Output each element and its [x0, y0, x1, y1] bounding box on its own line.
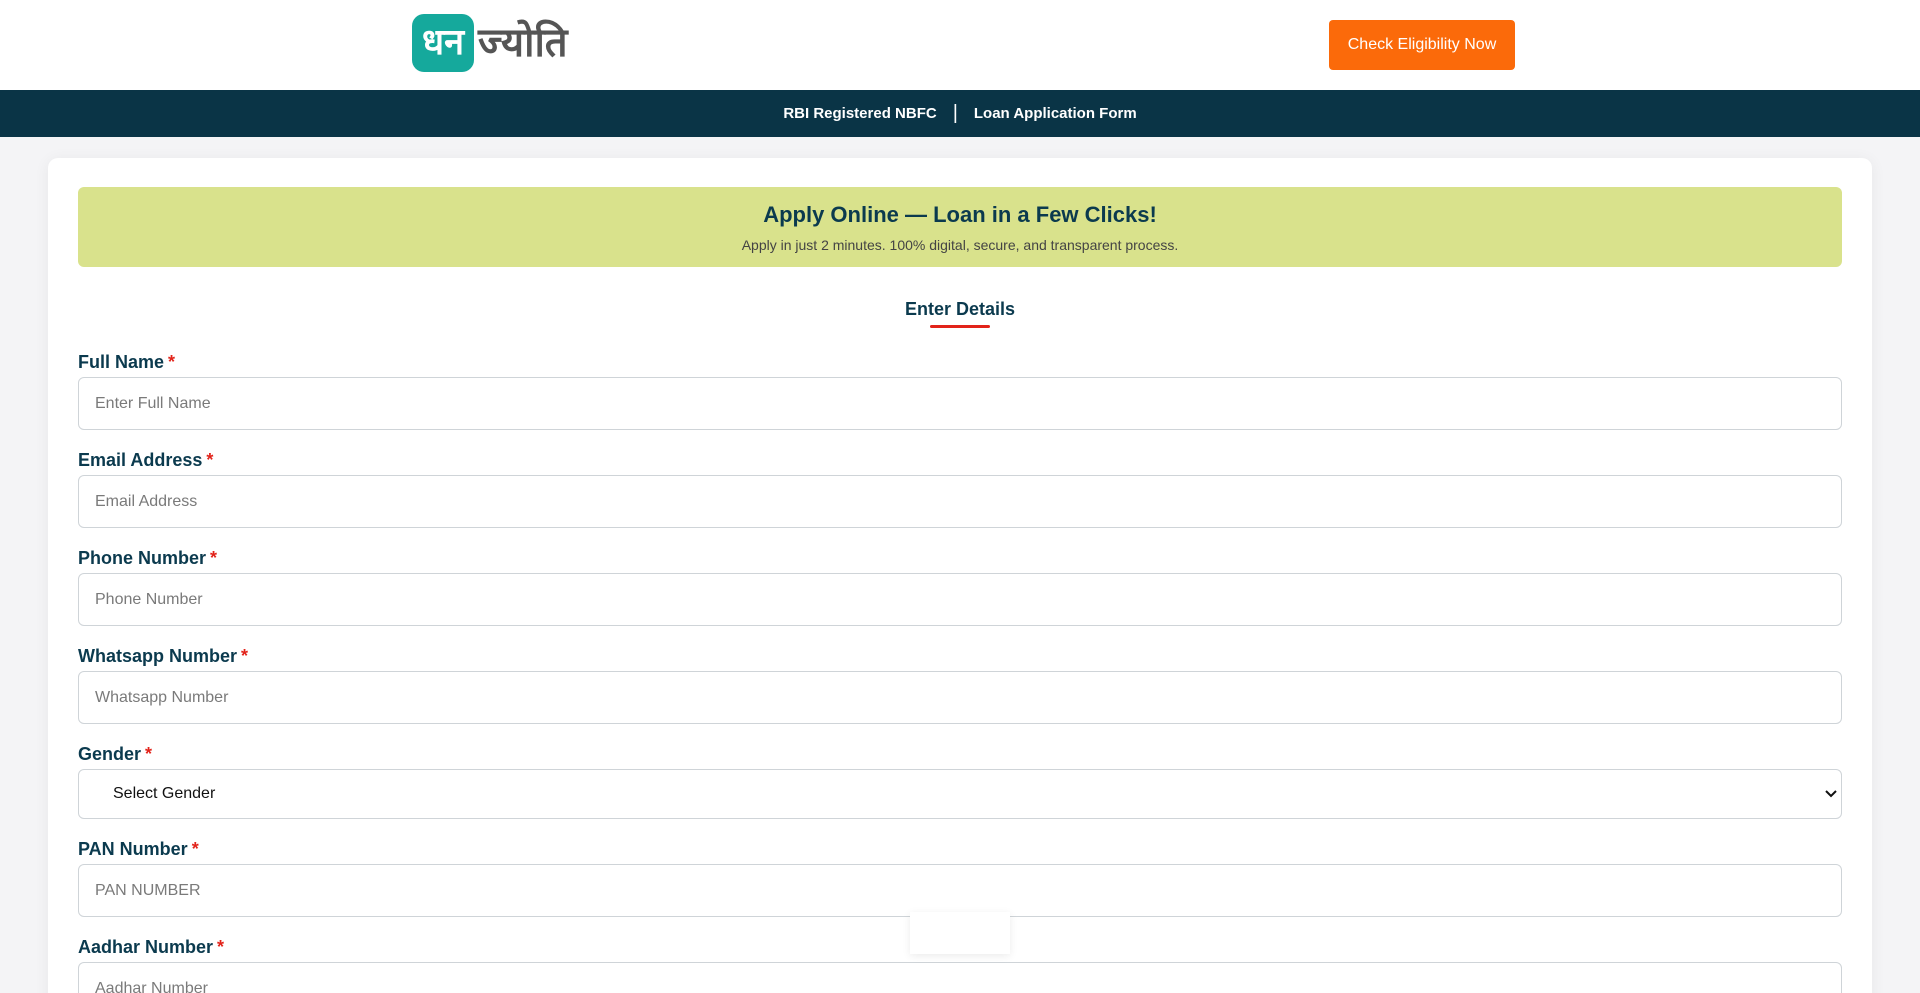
- gender-select[interactable]: Select Gender: [78, 769, 1842, 819]
- brand-logo[interactable]: धन ज्योति: [412, 14, 568, 72]
- aadhar-input[interactable]: [78, 962, 1842, 993]
- required-mark: *: [206, 450, 214, 470]
- email-input[interactable]: [78, 475, 1842, 528]
- label-text: Full Name: [78, 352, 165, 372]
- whatsapp-label: Whatsapp Number *: [78, 646, 248, 667]
- check-eligibility-button[interactable]: Check Eligibility Now: [1329, 20, 1515, 70]
- floating-widget[interactable]: [910, 912, 1010, 954]
- label-text: Email Address: [78, 450, 203, 470]
- required-mark: *: [210, 548, 218, 568]
- info-bar: RBI Registered NBFC | Loan Application F…: [0, 90, 1920, 137]
- phone-label: Phone Number *: [78, 548, 217, 569]
- phone-input[interactable]: [78, 573, 1842, 626]
- loan-form-text: Loan Application Form: [973, 105, 1137, 122]
- promo-banner: Apply Online — Loan in a Few Clicks! App…: [78, 187, 1842, 267]
- label-text: PAN Number: [78, 839, 188, 859]
- label-text: Aadhar Number: [78, 937, 214, 957]
- logo-badge: धन: [412, 14, 474, 72]
- required-mark: *: [145, 744, 153, 764]
- whatsapp-input[interactable]: [78, 671, 1842, 724]
- label-text: Gender: [78, 744, 142, 764]
- email-label: Email Address *: [78, 450, 213, 471]
- separator: |: [952, 102, 958, 124]
- section-underline: [930, 325, 990, 328]
- required-mark: *: [217, 937, 225, 957]
- full-name-label: Full Name *: [78, 352, 175, 373]
- required-mark: *: [191, 839, 199, 859]
- gender-selected-value: Select Gender: [113, 785, 216, 802]
- rbi-registered-text: RBI Registered NBFC: [783, 105, 937, 122]
- logo-text: ज्योति: [478, 20, 568, 66]
- gender-label: Gender *: [78, 744, 152, 765]
- label-text: Whatsapp Number: [78, 646, 238, 666]
- aadhar-label: Aadhar Number *: [78, 937, 224, 958]
- banner-title: Apply Online — Loan in a Few Clicks!: [763, 202, 1157, 227]
- pan-input[interactable]: [78, 864, 1842, 917]
- chevron-down-icon: [1823, 786, 1839, 802]
- required-mark: *: [168, 352, 176, 372]
- required-mark: *: [241, 646, 249, 666]
- banner-subtitle: Apply in just 2 minutes. 100% digital, s…: [741, 237, 1179, 253]
- top-header: धन ज्योति Check Eligibility Now: [0, 0, 1920, 90]
- pan-label: PAN Number *: [78, 839, 199, 860]
- application-card: Apply Online — Loan in a Few Clicks! App…: [48, 158, 1872, 993]
- label-text: Phone Number: [78, 548, 207, 568]
- full-name-input[interactable]: [78, 377, 1842, 430]
- section-title: Enter Details: [904, 299, 1016, 319]
